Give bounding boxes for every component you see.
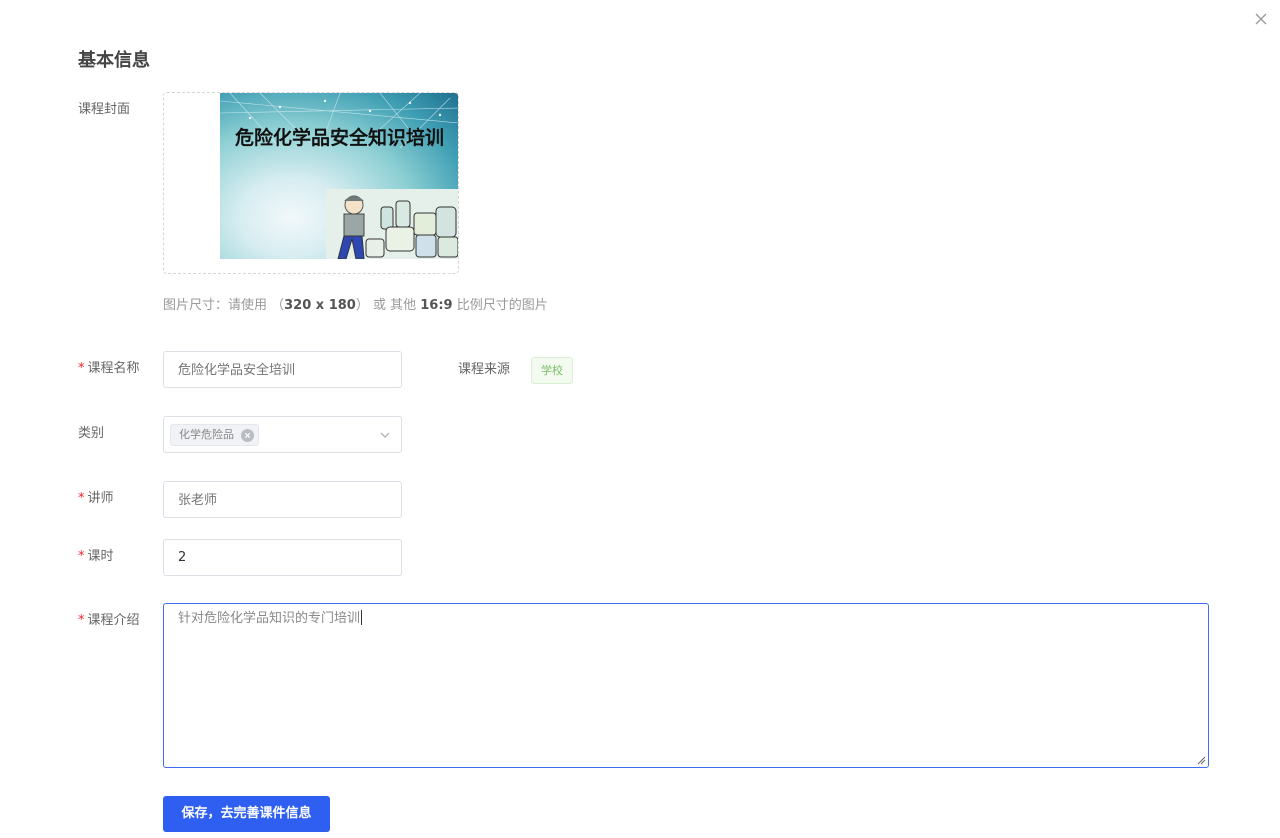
course-name-input[interactable] [163, 351, 402, 388]
cover-illustration [326, 189, 458, 259]
close-button[interactable] [1252, 10, 1270, 28]
resize-handle-icon[interactable] [1196, 755, 1206, 765]
teacher-input[interactable] [163, 481, 402, 518]
category-tag: 化学危险品 [170, 424, 259, 446]
cover-size-hint: 图片尺寸：请使用 （320 x 180） 或 其他 16:9 比例尺寸的图片 [163, 298, 548, 313]
category-select[interactable]: 化学危险品 [163, 416, 402, 453]
close-circle-icon [244, 432, 251, 439]
hours-label: * 课时 [78, 549, 114, 564]
chevron-down-icon [379, 429, 391, 441]
cover-upload[interactable]: 危险化学品安全知识培训 [163, 92, 459, 274]
cover-image: 危险化学品安全知识培训 [220, 93, 458, 259]
intro-label: * 课程介绍 [78, 613, 140, 628]
close-icon [1255, 13, 1267, 25]
category-tag-label: 化学危险品 [179, 428, 234, 441]
teacher-label: * 讲师 [78, 491, 114, 506]
category-tag-remove-button[interactable] [241, 429, 254, 442]
cover-label: 课程封面 [78, 102, 131, 117]
text-caret [361, 610, 363, 625]
intro-text: 针对危险化学品知识的专门培训 [178, 611, 361, 626]
section-title: 基本信息 [78, 50, 150, 71]
cover-image-title: 危险化学品安全知识培训 [234, 127, 444, 149]
category-label: 类别 [78, 426, 105, 441]
course-source-label: 课程来源 [458, 362, 511, 377]
intro-textarea[interactable]: 针对危险化学品知识的专门培训 [163, 603, 1209, 768]
hours-input[interactable]: 2 [163, 539, 402, 576]
save-button[interactable]: 保存，去完善课件信息 [163, 796, 330, 832]
course-source-tag: 学校 [531, 357, 573, 384]
course-name-label: * 课程名称 [78, 361, 140, 376]
